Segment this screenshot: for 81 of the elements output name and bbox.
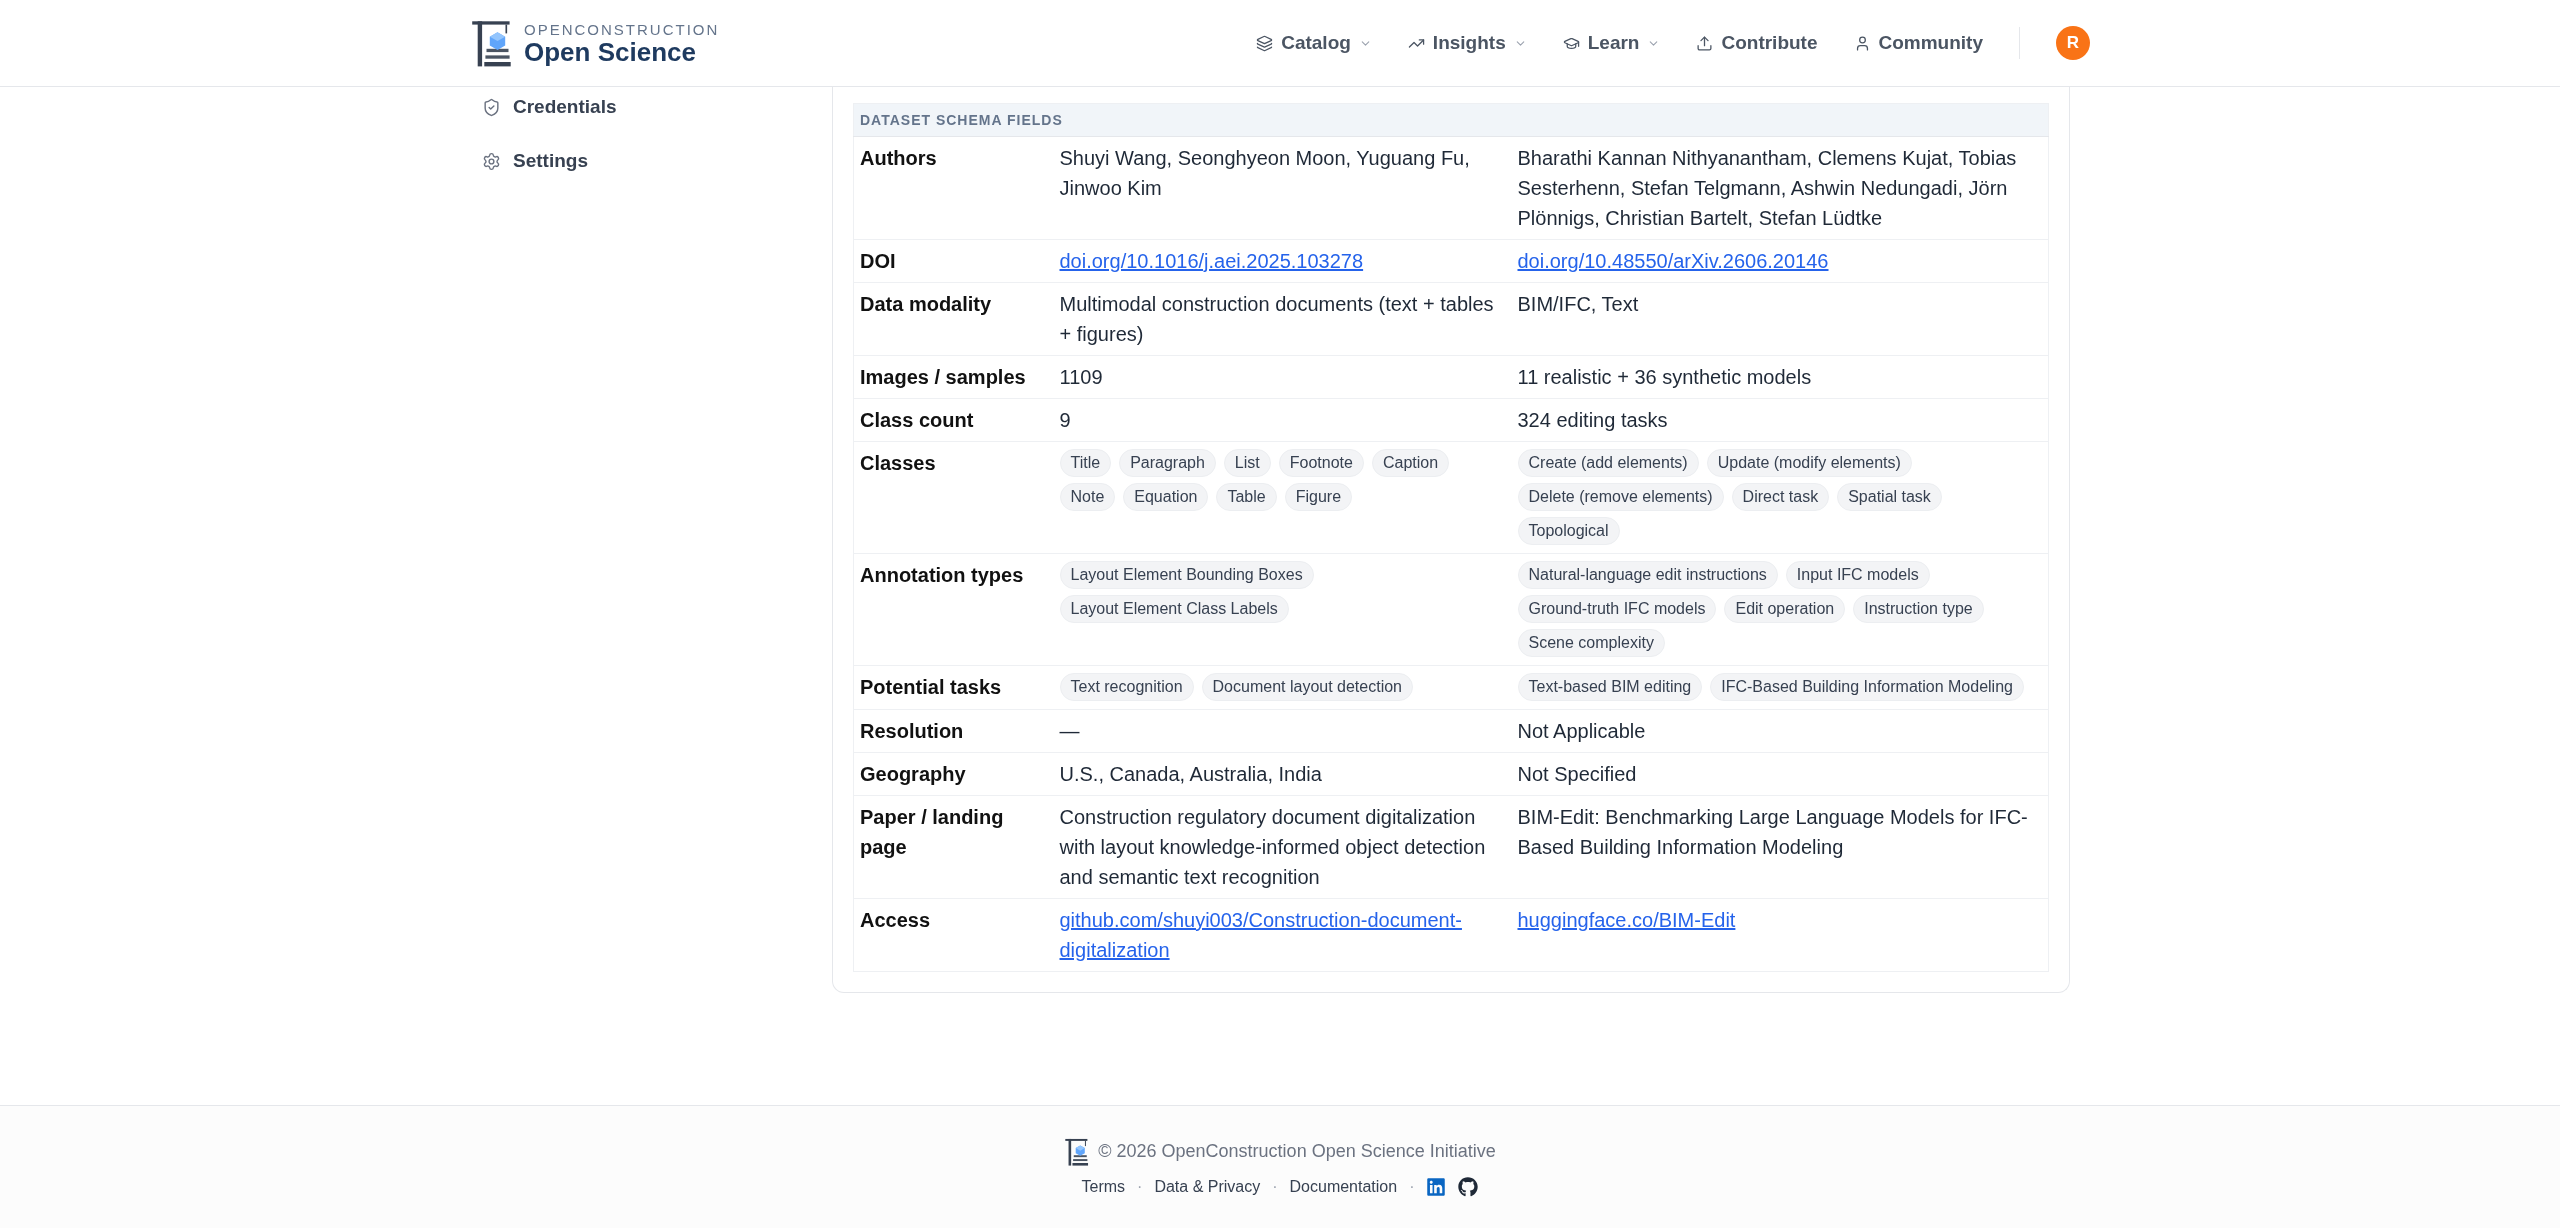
table-cell: Bharathi Kannan Nithyanantham, Clemens Kujat, Tobias Sesterhenn, Stefan Telgmann, Ashwin Nedungadi, Jörn Plönnigs, Christian Bartelt, Stefan Lüdtke: [1511, 136, 2049, 240]
layers-icon: [1256, 34, 1274, 52]
table-cell: Shuyi Wang, Seonghyeon Moon, Yuguang Fu, Jinwoo Kim: [1053, 136, 1512, 240]
field-label: Authors: [853, 136, 1054, 240]
tag: Title: [1059, 449, 1112, 477]
table-cell: BIM-Edit: Benchmarking Large Language Models for IFC-Based Building Information Modeling: [1511, 795, 2049, 899]
table-cell: Not Applicable: [1511, 709, 2049, 753]
field-label: Resolution: [853, 709, 1054, 753]
field-label: Access: [853, 898, 1054, 972]
tag: Layout Element Class Labels: [1059, 595, 1289, 623]
tag: Ground-truth IFC models: [1517, 595, 1717, 623]
table-cell: 11 realistic + 36 synthetic models: [1511, 355, 2049, 399]
footer-link[interactable]: Terms: [1081, 1177, 1126, 1196]
field-label: Annotation types: [853, 553, 1054, 666]
field-label: Class count: [853, 398, 1054, 442]
tag: Layout Element Bounding Boxes: [1059, 561, 1314, 589]
sidebar-item[interactable]: Credentials: [470, 87, 810, 127]
table-cell: Not Specified: [1511, 752, 2049, 796]
link[interactable]: huggingface.co/BIM-Edit: [1517, 905, 1736, 935]
tag: Note: [1059, 483, 1116, 511]
table-cell: U.S., Canada, Australia, India: [1053, 752, 1512, 796]
tag: Topological: [1517, 517, 1620, 545]
tag: List: [1223, 449, 1271, 477]
logo-icon: [1064, 1137, 1091, 1167]
tag: Update (modify elements): [1706, 449, 1912, 477]
footer-link[interactable]: Data & Privacy: [1154, 1177, 1261, 1196]
logo-name: Open Science: [524, 38, 697, 65]
tag: IFC-Based Building Information Modeling: [1710, 673, 2024, 701]
tag: Footnote: [1278, 449, 1364, 477]
nav-link[interactable]: Contribute: [1696, 32, 1818, 54]
link[interactable]: doi.org/10.48550/arXiv.2606.20146: [1517, 246, 1829, 276]
table-cell: —: [1053, 709, 1512, 753]
shield-icon: [482, 97, 501, 117]
link[interactable]: doi.org/10.1016/j.aei.2025.103278: [1059, 246, 1364, 276]
tag: Scene complexity: [1517, 629, 1665, 657]
tag: Equation: [1123, 483, 1209, 511]
field-label: Images / samples: [853, 355, 1054, 399]
tag: Input IFC models: [1785, 561, 1930, 589]
field-label: DOI: [853, 239, 1054, 283]
field-label: Geography: [853, 752, 1054, 796]
field-label: Classes: [853, 441, 1054, 554]
tag: Text recognition: [1059, 673, 1194, 701]
tag: Text-based BIM editing: [1517, 673, 1703, 701]
table-cell: 9: [1053, 398, 1512, 442]
tag: Instruction type: [1853, 595, 1984, 623]
tag: Caption: [1371, 449, 1450, 477]
tag: Document layout detection: [1201, 673, 1413, 701]
table-cell: 324 editing tasks: [1511, 398, 2049, 442]
field-label: Data modality: [853, 282, 1054, 356]
table-cell: Construction regulatory document digitalization with layout knowledge-informed object detection and semantic text recognition: [1053, 795, 1512, 899]
link[interactable]: github.com/shuyi003/Construction-document-digitalization: [1059, 905, 1506, 965]
tag: Natural-language edit instructions: [1517, 561, 1778, 589]
section-heading: DATASET SCHEMA FIELDS: [853, 103, 2049, 137]
github-icon[interactable]: [1458, 1176, 1479, 1197]
separator: ·: [1409, 1177, 1415, 1196]
tag: Figure: [1284, 483, 1353, 511]
field-label: Paper / landing page: [853, 795, 1054, 899]
tag: Direct task: [1731, 483, 1830, 511]
linkedin-icon[interactable]: [1426, 1176, 1447, 1197]
footer-link[interactable]: Documentation: [1289, 1177, 1398, 1196]
sidebar-item[interactable]: Settings: [470, 141, 810, 181]
logo-tagline: OPENCONSTRUCTION: [524, 21, 720, 37]
tag: Edit operation: [1724, 595, 1846, 623]
nav-link[interactable]: Catalog: [1256, 32, 1372, 54]
upload-icon: [1696, 34, 1714, 52]
separator: ·: [1137, 1177, 1143, 1196]
copyright-text: © 2026 OpenConstruction Open Science Initiative: [1098, 1141, 1496, 1163]
tag: Delete (remove elements): [1517, 483, 1724, 511]
tag: Paragraph: [1119, 449, 1216, 477]
tag: Create (add elements): [1517, 449, 1699, 477]
field-label: Potential tasks: [853, 665, 1054, 710]
separator: ·: [1272, 1177, 1278, 1196]
table-cell: 1109: [1053, 355, 1512, 399]
nav-link[interactable]: Insights: [1407, 32, 1527, 54]
table-cell: BIM/IFC, Text: [1511, 282, 2049, 356]
tag: Table: [1216, 483, 1277, 511]
tag: Spatial task: [1837, 483, 1942, 511]
settings-icon: [482, 151, 501, 171]
table-cell: Multimodal construction documents (text + tables + figures): [1053, 282, 1512, 356]
nav-link[interactable]: Community: [1853, 32, 1983, 54]
nav-link[interactable]: Learn: [1562, 32, 1661, 54]
